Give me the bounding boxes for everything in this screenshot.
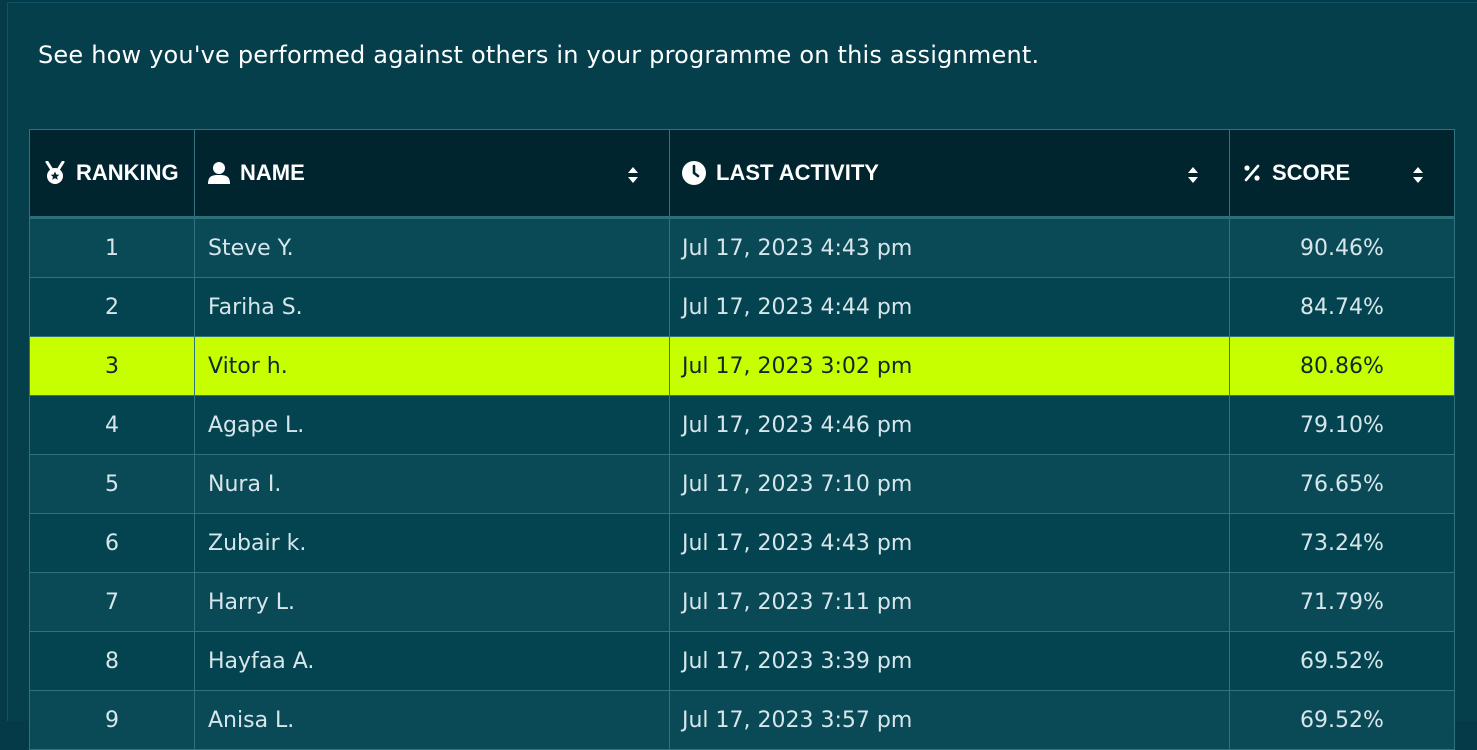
table-row: 4 Agape L. Jul 17, 2023 4:46 pm 79.10% (29, 395, 1455, 455)
name-cell: Nura I. (194, 454, 670, 514)
intro-text: See how you've performed against others … (38, 41, 1040, 69)
score-cell: 79.10% (1229, 395, 1455, 455)
rank-cell: 3 (29, 336, 195, 396)
name-cell: Hayfaa A. (194, 631, 670, 691)
rank-cell: 6 (29, 513, 195, 573)
percent-icon (1242, 163, 1262, 183)
score-header-label: SCORE (1272, 160, 1351, 185)
table-row: 2 Fariha S. Jul 17, 2023 4:44 pm 84.74% (29, 277, 1455, 337)
rank-cell: 4 (29, 395, 195, 455)
sort-icon[interactable] (1412, 164, 1424, 183)
score-cell: 71.79% (1229, 572, 1455, 632)
rank-cell: 9 (29, 690, 195, 750)
score-cell: 80.86% (1229, 336, 1455, 396)
last-activity-cell: Jul 17, 2023 4:44 pm (669, 277, 1230, 337)
score-cell: 69.52% (1229, 631, 1455, 691)
score-cell: 84.74% (1229, 277, 1455, 337)
score-cell: 69.52% (1229, 690, 1455, 750)
user-icon (208, 161, 230, 185)
last-activity-header-label: LAST ACTIVITY (716, 160, 879, 185)
ranking-header-label: RANKING (76, 160, 179, 185)
last-activity-cell: Jul 17, 2023 7:11 pm (669, 572, 1230, 632)
last-activity-cell: Jul 17, 2023 4:43 pm (669, 217, 1230, 278)
table-row: 6 Zubair k. Jul 17, 2023 4:43 pm 73.24% (29, 513, 1455, 573)
leaderboard-table: RANKING NAME LAST ACTIVITY SCORE 1 Steve… (29, 129, 1455, 750)
score-cell: 90.46% (1229, 217, 1455, 278)
table-row: 5 Nura I. Jul 17, 2023 7:10 pm 76.65% (29, 454, 1455, 514)
column-header-name[interactable]: NAME (194, 129, 670, 219)
last-activity-cell: Jul 17, 2023 3:39 pm (669, 631, 1230, 691)
rank-cell: 2 (29, 277, 195, 337)
column-header-last-activity[interactable]: LAST ACTIVITY (669, 129, 1230, 219)
sort-icon[interactable] (627, 164, 639, 183)
name-cell: Steve Y. (194, 217, 670, 278)
name-cell: Zubair k. (194, 513, 670, 573)
name-cell: Harry L. (194, 572, 670, 632)
rank-cell: 8 (29, 631, 195, 691)
name-cell: Fariha S. (194, 277, 670, 337)
table-header-row: RANKING NAME LAST ACTIVITY SCORE (29, 129, 1455, 219)
rank-cell: 5 (29, 454, 195, 514)
table-row: 1 Steve Y. Jul 17, 2023 4:43 pm 90.46% (29, 217, 1455, 278)
last-activity-cell: Jul 17, 2023 4:43 pm (669, 513, 1230, 573)
score-cell: 76.65% (1229, 454, 1455, 514)
column-header-score[interactable]: SCORE (1229, 129, 1455, 219)
table-row: 7 Harry L. Jul 17, 2023 7:11 pm 71.79% (29, 572, 1455, 632)
score-cell: 73.24% (1229, 513, 1455, 573)
clock-icon (682, 161, 706, 185)
rank-cell: 1 (29, 217, 195, 278)
sort-icon[interactable] (1187, 164, 1199, 183)
last-activity-cell: Jul 17, 2023 3:57 pm (669, 690, 1230, 750)
name-header-label: NAME (240, 160, 305, 185)
last-activity-cell: Jul 17, 2023 4:46 pm (669, 395, 1230, 455)
table-row: 8 Hayfaa A. Jul 17, 2023 3:39 pm 69.52% (29, 631, 1455, 691)
name-cell: Agape L. (194, 395, 670, 455)
last-activity-cell: Jul 17, 2023 3:02 pm (669, 336, 1230, 396)
last-activity-cell: Jul 17, 2023 7:10 pm (669, 454, 1230, 514)
rank-cell: 7 (29, 572, 195, 632)
table-row: 9 Anisa L. Jul 17, 2023 3:57 pm 69.52% (29, 690, 1455, 750)
name-cell: Vitor h. (194, 336, 670, 396)
medal-icon (44, 161, 66, 185)
table-row-current-user: 3 Vitor h. Jul 17, 2023 3:02 pm 80.86% (29, 336, 1455, 396)
column-header-ranking: RANKING (29, 129, 195, 219)
name-cell: Anisa L. (194, 690, 670, 750)
